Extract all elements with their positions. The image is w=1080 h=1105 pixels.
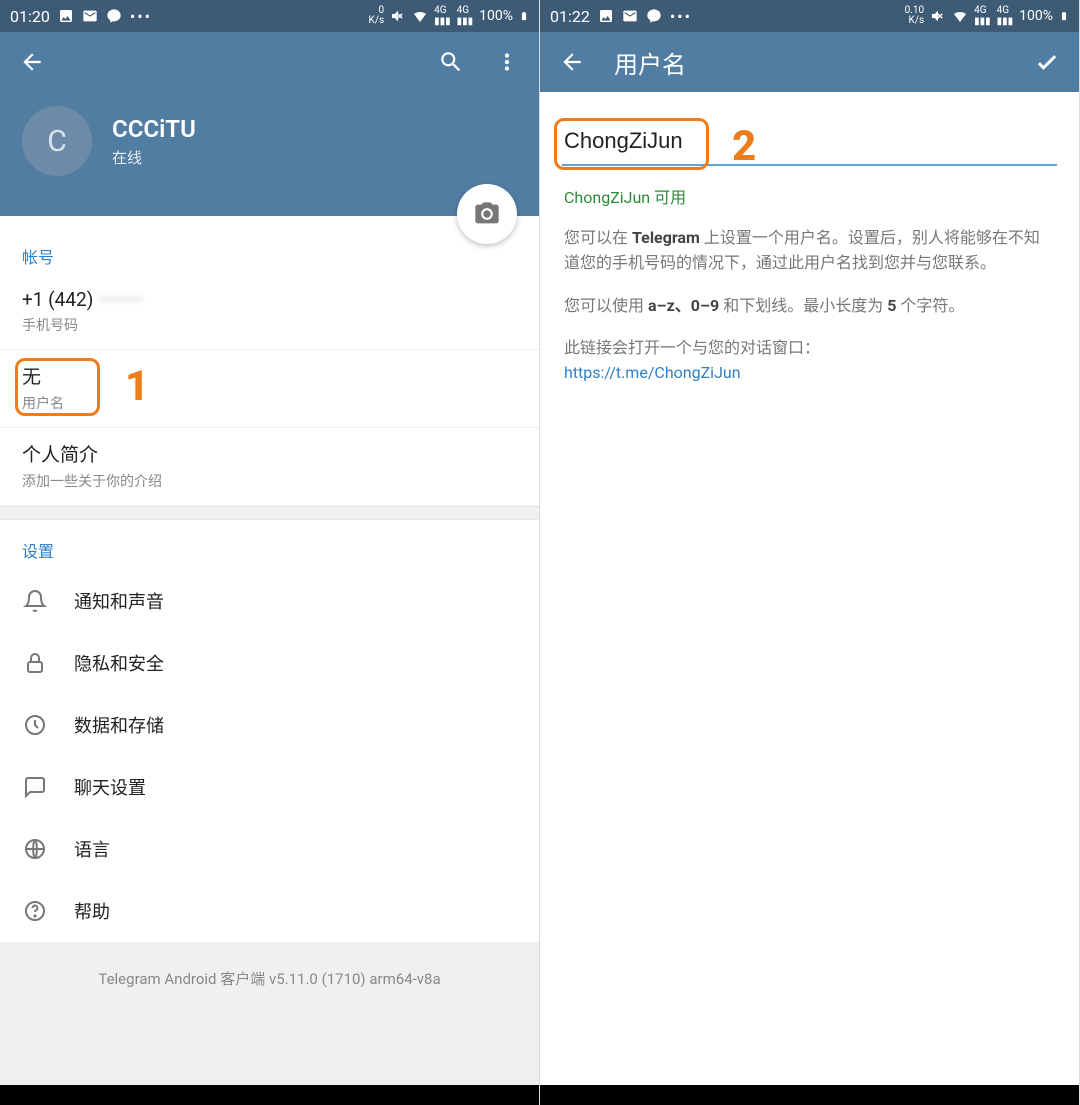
username-value: 无 bbox=[22, 362, 517, 389]
android-navbar bbox=[0, 1085, 539, 1105]
username-label: 用户名 bbox=[22, 393, 517, 413]
username-row[interactable]: 无 用户名 bbox=[0, 350, 539, 428]
bio-label: 添加一些关于你的介绍 bbox=[22, 471, 517, 491]
status-time: 01:22 bbox=[550, 7, 590, 26]
profile-header: C CCCiTU 在线 bbox=[0, 92, 539, 216]
android-navbar bbox=[540, 1085, 1079, 1105]
avatar[interactable]: C bbox=[22, 106, 92, 176]
signal-4g-icon: 4G▮▮▮ bbox=[434, 5, 451, 27]
username-help-2: 您可以使用 a–z、0–9 和下划线。最小长度为 5 个字符。 bbox=[564, 294, 1055, 319]
mail-icon bbox=[82, 8, 98, 24]
toolbar bbox=[0, 32, 539, 92]
net-speed: 0.10 K/s bbox=[905, 6, 925, 26]
settings-item-label: 数据和存储 bbox=[74, 712, 164, 738]
back-button[interactable] bbox=[18, 48, 46, 76]
settings-item-label: 帮助 bbox=[74, 898, 110, 924]
statusbar: 01:20 ••• 0 K/s 4G▮▮▮ 4G▮▮▮ 100% bbox=[0, 0, 539, 32]
username-help-1: 您可以在 Telegram 上设置一个用户名。设置后，别人将能够在不知道您的手机… bbox=[564, 226, 1055, 276]
lock-icon bbox=[22, 650, 48, 676]
settings-notifications[interactable]: 通知和声音 bbox=[0, 570, 539, 632]
phone-right: 01:22 ••• 0.10 K/s 4G▮▮▮ 4G▮▮▮ 100% bbox=[540, 0, 1080, 1105]
profile-name: CCCiTU bbox=[112, 115, 196, 143]
signal-4g-icon-2: 4G▮▮▮ bbox=[457, 5, 474, 27]
bio-value: 个人简介 bbox=[22, 440, 517, 467]
settings-privacy[interactable]: 隐私和安全 bbox=[0, 632, 539, 694]
mute-icon bbox=[930, 8, 946, 24]
search-button[interactable] bbox=[437, 48, 465, 76]
battery-text: 100% bbox=[479, 8, 513, 24]
username-link[interactable]: https://t.me/ChongZiJun bbox=[564, 363, 741, 382]
battery-icon bbox=[519, 8, 529, 24]
signal-4g-icon-2: 4G▮▮▮ bbox=[997, 5, 1014, 27]
globe-icon bbox=[22, 836, 48, 862]
blank-area bbox=[540, 396, 1079, 1085]
profile-status: 在线 bbox=[112, 147, 196, 168]
username-available: ChongZiJun 可用 bbox=[564, 184, 1055, 208]
phone-left: 01:20 ••• 0 K/s 4G▮▮▮ 4G▮▮▮ 100% bbox=[0, 0, 540, 1105]
mute-icon bbox=[390, 8, 406, 24]
settings-data[interactable]: 数据和存储 bbox=[0, 694, 539, 756]
settings-item-label: 通知和声音 bbox=[74, 588, 164, 614]
settings-help[interactable]: 帮助 bbox=[0, 880, 539, 942]
settings-language[interactable]: 语言 bbox=[0, 818, 539, 880]
net-speed: 0 K/s bbox=[369, 6, 385, 26]
bio-row[interactable]: 个人简介 添加一些关于你的介绍 bbox=[0, 428, 539, 506]
phone-label: 手机号码 bbox=[22, 315, 517, 335]
toolbar-title: 用户名 bbox=[614, 45, 686, 80]
help-icon bbox=[22, 898, 48, 924]
wifi-icon bbox=[412, 8, 428, 24]
wifi-icon bbox=[952, 8, 968, 24]
phone-hidden: ••••••• bbox=[98, 288, 143, 311]
status-time: 01:20 bbox=[10, 7, 50, 26]
section-gap bbox=[0, 506, 539, 520]
settings-chat[interactable]: 聊天设置 bbox=[0, 756, 539, 818]
phone-row[interactable]: +1 (442) ••••••• 手机号码 bbox=[0, 276, 539, 350]
hangouts-icon bbox=[106, 8, 122, 24]
username-input[interactable] bbox=[562, 122, 1057, 166]
version-text: Telegram Android 客户端 v5.11.0 (1710) arm6… bbox=[98, 968, 440, 989]
image-icon bbox=[598, 8, 614, 24]
bell-icon bbox=[22, 588, 48, 614]
mail-icon bbox=[622, 8, 638, 24]
more-icon: ••• bbox=[130, 7, 152, 26]
confirm-button[interactable] bbox=[1033, 48, 1061, 76]
toolbar: 用户名 bbox=[540, 32, 1079, 92]
battery-icon bbox=[1059, 8, 1069, 24]
settings-item-label: 语言 bbox=[74, 836, 110, 862]
clock-icon bbox=[22, 712, 48, 738]
signal-4g-icon: 4G▮▮▮ bbox=[974, 5, 991, 27]
phone-value: +1 (442) bbox=[22, 288, 93, 311]
more-button[interactable] bbox=[493, 48, 521, 76]
chat-icon bbox=[22, 774, 48, 800]
settings-item-label: 隐私和安全 bbox=[74, 650, 164, 676]
hangouts-icon bbox=[646, 8, 662, 24]
footer: Telegram Android 客户端 v5.11.0 (1710) arm6… bbox=[0, 942, 539, 1085]
settings-item-label: 聊天设置 bbox=[74, 774, 146, 800]
battery-text: 100% bbox=[1019, 8, 1053, 24]
settings-section-label: 设置 bbox=[0, 520, 539, 570]
back-button[interactable] bbox=[558, 48, 586, 76]
statusbar: 01:22 ••• 0.10 K/s 4G▮▮▮ 4G▮▮▮ 100% bbox=[540, 0, 1079, 32]
image-icon bbox=[58, 8, 74, 24]
username-card: ChongZiJun 可用 您可以在 Telegram 上设置一个用户名。设置后… bbox=[540, 92, 1079, 396]
settings-list: 通知和声音 隐私和安全 数据和存储 聊天设置 语言 bbox=[0, 570, 539, 942]
username-help-3: 此链接会打开一个与您的对话窗口： https://t.me/ChongZiJun bbox=[564, 336, 1055, 386]
more-icon: ••• bbox=[670, 7, 692, 26]
camera-fab[interactable] bbox=[457, 184, 517, 244]
